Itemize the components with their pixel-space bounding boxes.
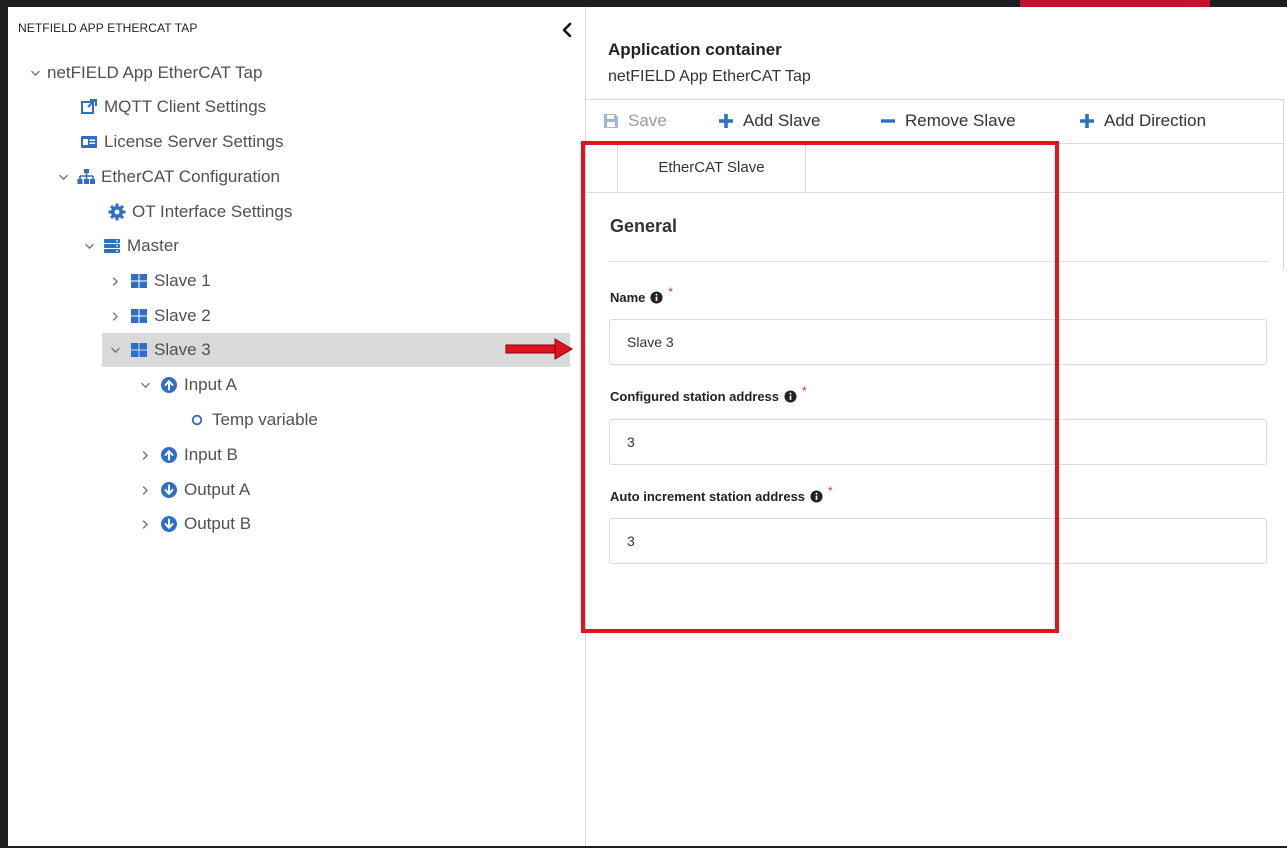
tree-item-label: Slave 1 (154, 271, 211, 290)
tree-item-slave-3[interactable]: Slave 3 (102, 333, 570, 367)
gear-icon (108, 203, 126, 221)
circle-outline-icon (191, 414, 203, 426)
window-frame-accent (1020, 0, 1210, 7)
section-title-general: General (610, 216, 678, 236)
server-icon (104, 239, 120, 253)
tree-item-slave-2[interactable]: Slave 2 (110, 299, 211, 333)
network-tree-icon (77, 169, 95, 184)
auto-increment-station-address-input[interactable] (609, 518, 1267, 564)
tree-item-label: Slave 2 (154, 306, 211, 325)
plus-icon (719, 114, 733, 128)
tree-item-label: Output A (184, 480, 251, 499)
toolbar: Save Add Slave Remove Slave Add Directio… (586, 99, 1284, 144)
configured-station-address-input[interactable] (609, 419, 1267, 465)
chevron-right-icon[interactable] (140, 485, 151, 496)
arrow-down-circle-icon (161, 482, 177, 498)
tab-bar: EtherCAT Slave (586, 142, 1283, 193)
minus-icon (881, 119, 895, 123)
chevron-down-icon[interactable] (30, 68, 41, 79)
tree-title: NETFIELD APP ETHERCAT TAP (18, 21, 198, 35)
tree-item-master[interactable]: Master (84, 229, 179, 263)
info-icon[interactable] (810, 490, 823, 503)
info-icon[interactable] (650, 291, 663, 304)
add-direction-button[interactable]: Add Direction (1079, 111, 1206, 131)
tree-item-ot-interface-settings[interactable]: OT Interface Settings (108, 195, 292, 229)
grid-icon (131, 309, 147, 323)
arrow-up-circle-icon (161, 377, 177, 393)
tree-item-slave-1[interactable]: Slave 1 (110, 264, 211, 298)
tree-item-license-server-settings[interactable]: License Server Settings (80, 125, 284, 159)
tree-item-output-a[interactable]: Output A (140, 473, 250, 507)
red-pointer-arrow-icon (505, 338, 573, 360)
tree-item-label: Master (127, 236, 179, 255)
external-edit-icon (81, 99, 97, 114)
tree-item-label: License Server Settings (104, 132, 284, 151)
page-subtitle: netFIELD App EtherCAT Tap (608, 68, 811, 85)
tree-item-label: Output B (184, 514, 252, 533)
tree-item-mqtt-client-settings[interactable]: MQTT Client Settings (80, 90, 266, 124)
tree-item-ethercat-configuration[interactable]: EtherCAT Configuration (58, 160, 280, 194)
tree-item-temp-variable[interactable]: Temp variable (190, 403, 318, 437)
tree-item-label: Temp variable (212, 410, 318, 429)
configured-station-address-label: Configured station address * (610, 383, 807, 405)
chevron-down-icon[interactable] (110, 345, 121, 356)
chevron-right-icon[interactable] (140, 519, 151, 530)
chevron-right-icon[interactable] (110, 276, 121, 287)
required-marker: * (828, 483, 833, 498)
chevron-down-icon[interactable] (140, 380, 151, 391)
section-divider (608, 261, 1268, 262)
chevron-left-icon (562, 22, 572, 38)
grid-icon (131, 343, 147, 357)
tree-item-label: EtherCAT Configuration (101, 167, 280, 186)
save-icon (604, 114, 618, 128)
grid-icon (131, 274, 147, 288)
arrow-up-circle-icon (161, 447, 177, 463)
chevron-down-icon[interactable] (84, 241, 95, 252)
panel-border-right (1283, 100, 1284, 270)
tree-item-input-a[interactable]: Input A (140, 368, 237, 402)
chevron-right-icon[interactable] (140, 450, 151, 461)
chevron-down-icon[interactable] (58, 172, 69, 183)
tree-item-label: OT Interface Settings (132, 202, 293, 221)
tree-item-label: netFIELD App EtherCAT Tap (47, 63, 263, 82)
remove-slave-button[interactable]: Remove Slave (880, 111, 1016, 131)
tree-item-label: Slave 3 (154, 340, 211, 359)
save-button[interactable]: Save (603, 111, 667, 131)
collapse-sidebar-button[interactable] (558, 20, 576, 40)
plus-icon (1080, 114, 1094, 128)
tab-ethercat-slave[interactable]: EtherCAT Slave (617, 142, 806, 192)
tree-item-input-b[interactable]: Input B (140, 438, 238, 472)
window-frame-left (0, 0, 8, 848)
id-card-icon (81, 136, 97, 148)
required-marker: * (668, 284, 674, 299)
tree-item-label: Input A (184, 375, 237, 394)
auto-increment-station-address-label: Auto increment station address * (610, 483, 833, 505)
name-input[interactable] (609, 319, 1267, 365)
required-marker: * (802, 383, 807, 398)
tree-item-label: Input B (184, 445, 238, 464)
tree-item-output-b[interactable]: Output B (140, 507, 251, 541)
page-title: Application container (608, 40, 782, 59)
arrow-down-circle-icon (161, 516, 177, 532)
tree-item-label: MQTT Client Settings (104, 97, 267, 116)
info-icon[interactable] (784, 390, 797, 403)
add-slave-button[interactable]: Add Slave (718, 111, 821, 131)
name-field-label: Name * (610, 284, 674, 306)
tree-item-app[interactable]: netFIELD App EtherCAT Tap (30, 56, 262, 90)
chevron-right-icon[interactable] (110, 311, 121, 322)
